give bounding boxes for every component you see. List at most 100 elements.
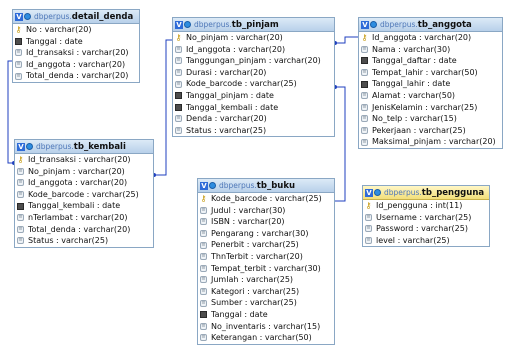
field-row[interactable]: ≡ Id_anggota : varchar(20): [13, 59, 139, 71]
field-label: nTerlambat : varchar(20): [28, 212, 128, 222]
field-row[interactable]: ⚷ Id_anggota : varchar(20): [359, 32, 502, 44]
table-tb-buku[interactable]: V dbperpus. tb_buku ⚷ Kode_barcode : varch…: [197, 178, 335, 345]
field-row[interactable]: ≡ Tempat_lahir : varchar(50): [359, 67, 502, 79]
table-tb-kembali[interactable]: V dbperpus. tb_kembali ⚷ Id_transaksi : va…: [14, 139, 154, 248]
field-row[interactable]: ≡ Kode_barcode : varchar(25): [15, 189, 153, 201]
field-row[interactable]: ≡ Status : varchar(25): [173, 125, 334, 137]
table-tb-pengguna[interactable]: V dbperpus. tb_pengguna ⚷ Id_pengguna : in…: [362, 185, 490, 248]
view-toggle-icon[interactable]: V: [200, 181, 208, 190]
field-row[interactable]: Tanggal_lahir : date: [359, 78, 502, 90]
field-label: Id_transaksi : varchar(20): [26, 48, 129, 58]
field-icon: ≡: [200, 288, 207, 296]
field-row[interactable]: Tanggal : date: [198, 309, 334, 321]
field-row[interactable]: Tanggal_kembali : date: [173, 102, 334, 114]
field-row[interactable]: Tanggal_kembali : date: [15, 200, 153, 212]
field-row[interactable]: ≡ Nama : varchar(30): [359, 44, 502, 56]
field-row[interactable]: ≡ Penerbit : varchar(25): [198, 239, 334, 251]
view-toggle-icon[interactable]: V: [175, 20, 183, 29]
field-row[interactable]: ≡ Id_anggota : varchar(20): [173, 44, 334, 56]
field-row[interactable]: ≡ Id_anggota : varchar(20): [15, 177, 153, 189]
field-row[interactable]: ≡ No_telp : varchar(15): [359, 113, 502, 125]
schema-name: dbperpus: [34, 12, 70, 21]
table-tb-anggota[interactable]: V dbperpus. tb_anggota ⚷ Id_anggota : varc…: [358, 17, 503, 149]
field-row[interactable]: ≡ Total_denda : varchar(20): [15, 224, 153, 236]
field-label: Tanggal_kembali : date: [186, 102, 279, 112]
field-icon: ≡: [200, 218, 207, 226]
field-row[interactable]: ≡ JenisKelamin : varchar(25): [359, 102, 502, 114]
field-row[interactable]: ⚷ Kode_barcode : varchar(25): [198, 193, 334, 205]
field-row[interactable]: ≡ No_inventaris : varchar(15): [198, 321, 334, 333]
field-row[interactable]: ≡ Username : varchar(25): [363, 212, 489, 224]
field-icon: ≡: [17, 167, 24, 175]
field-row[interactable]: ≡ Total_denda : varchar(20): [13, 70, 139, 82]
field-icon: ≡: [15, 61, 22, 69]
field-icon: ≡: [17, 179, 24, 187]
field-row[interactable]: ≡ Kategori : varchar(25): [198, 286, 334, 298]
relation-pinjam-buku: [335, 86, 346, 202]
field-row[interactable]: ≡ ThnTerbit : varchar(20): [198, 251, 334, 263]
field-row[interactable]: ≡ Tempat_terbit : varchar(30): [198, 263, 334, 275]
field-row[interactable]: ≡ Password : varchar(25): [363, 223, 489, 235]
field-row[interactable]: ≡ Denda : varchar(20): [173, 113, 334, 125]
field-row[interactable]: ≡ nTerlambat : varchar(20): [15, 212, 153, 224]
table-header[interactable]: V dbperpus. tb_kembali: [15, 140, 153, 154]
field-row[interactable]: ≡ Pengarang : varchar(30): [198, 228, 334, 240]
table-options-icon[interactable]: [209, 182, 216, 189]
field-row[interactable]: ≡ Sumber : varchar(25): [198, 297, 334, 309]
field-row[interactable]: ≡ Pekerjaan : varchar(25): [359, 125, 502, 137]
table-header[interactable]: V dbperpus. detail_denda: [13, 10, 139, 24]
field-row[interactable]: ≡ Id_transaksi : varchar(20): [13, 47, 139, 59]
field-row[interactable]: Tanggal : date: [13, 36, 139, 48]
field-row[interactable]: ≡ level : varchar(25): [363, 235, 489, 247]
table-header[interactable]: V dbperpus. tb_pinjam: [173, 18, 334, 32]
field-icon: ≡: [361, 69, 368, 77]
table-header[interactable]: V dbperpus. tb_anggota: [359, 18, 502, 32]
view-toggle-icon[interactable]: V: [361, 20, 369, 29]
view-toggle-icon[interactable]: V: [365, 188, 373, 197]
field-label: Tanggungan_pinjam : varchar(20): [186, 56, 321, 66]
field-row[interactable]: ≡ Jumlah : varchar(25): [198, 274, 334, 286]
field-icon: ≡: [200, 230, 207, 238]
field-row[interactable]: ≡ ISBN : varchar(20): [198, 216, 334, 228]
table-options-icon[interactable]: [24, 13, 31, 20]
field-row[interactable]: Tanggal_pinjam : date: [173, 90, 334, 102]
table-options-icon[interactable]: [374, 189, 381, 196]
field-row[interactable]: ≡ Judul : varchar(30): [198, 205, 334, 217]
primary-key-icon: ⚷: [365, 201, 372, 211]
field-row[interactable]: ≡ Maksimal_pinjam : varchar(20): [359, 136, 502, 148]
field-icon: ≡: [200, 253, 207, 261]
table-detail-denda[interactable]: V dbperpus. detail_denda ⚷ No : varchar(20…: [12, 9, 140, 83]
table-options-icon[interactable]: [184, 21, 191, 28]
field-row[interactable]: ≡ Tanggungan_pinjam : varchar(20): [173, 55, 334, 67]
field-row[interactable]: ⚷ No_pinjam : varchar(20): [173, 32, 334, 44]
field-icon: ≡: [361, 92, 368, 100]
table-options-icon[interactable]: [370, 21, 377, 28]
primary-key-icon: ⚷: [175, 33, 182, 43]
field-label: Id_anggota : varchar(20): [372, 33, 472, 42]
table-tb-pinjam[interactable]: V dbperpus. tb_pinjam ⚷ No_pinjam : varcha…: [172, 17, 335, 138]
field-row[interactable]: ≡ Keterangan : varchar(50): [198, 332, 334, 344]
field-row[interactable]: Tanggal_daftar : date: [359, 55, 502, 67]
view-toggle-icon[interactable]: V: [17, 142, 25, 151]
field-icon: ≡: [361, 45, 368, 53]
field-label: Id_transaksi : varchar(20): [28, 155, 131, 164]
field-icon: ≡: [200, 334, 207, 342]
field-icon: ≡: [365, 213, 372, 221]
field-label: Id_pengguna : int(11): [376, 201, 463, 210]
table-options-icon[interactable]: [26, 143, 33, 150]
field-row[interactable]: ≡ No_pinjam : varchar(20): [15, 166, 153, 178]
table-header[interactable]: V dbperpus. tb_pengguna: [363, 186, 489, 200]
field-label: Pekerjaan : varchar(25): [372, 125, 466, 135]
field-row[interactable]: ⚷ Id_transaksi : varchar(20): [15, 154, 153, 166]
schema-name: dbperpus: [194, 20, 230, 29]
field-row[interactable]: ≡ Alamat : varchar(50): [359, 90, 502, 102]
field-row[interactable]: ≡ Durasi : varchar(20): [173, 67, 334, 79]
table-name: tb_pinjam: [231, 19, 279, 30]
field-icon: ≡: [361, 103, 368, 111]
table-header[interactable]: V dbperpus. tb_buku: [198, 179, 334, 193]
field-row[interactable]: ⚷ No : varchar(20): [13, 24, 139, 36]
field-row[interactable]: ⚷ Id_pengguna : int(11): [363, 200, 489, 212]
field-row[interactable]: ≡ Kode_barcode : varchar(25): [173, 78, 334, 90]
view-toggle-icon[interactable]: V: [15, 12, 23, 21]
field-row[interactable]: ≡ Status : varchar(25): [15, 235, 153, 247]
